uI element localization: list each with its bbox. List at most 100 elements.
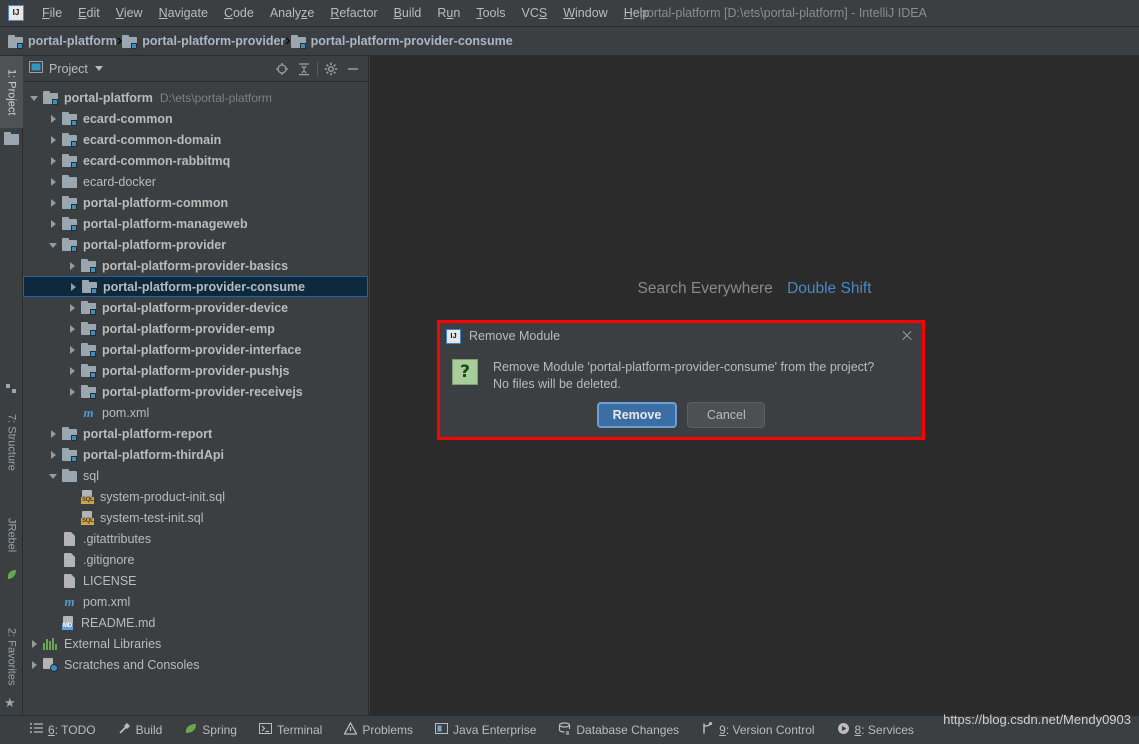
- module-icon: [62, 133, 77, 146]
- menu-item-edit[interactable]: Edit: [70, 3, 108, 23]
- chevron-right-icon[interactable]: [48, 218, 59, 229]
- tree-row[interactable]: portal-platform-provider: [23, 234, 368, 255]
- breadcrumb-item[interactable]: portal-platform: [8, 34, 117, 48]
- gear-icon[interactable]: [322, 60, 340, 78]
- tree-spacer: [48, 617, 59, 628]
- status-bar-item-versioncontrol[interactable]: 9: Version Control: [701, 722, 814, 738]
- tree-row[interactable]: ecard-common-domain: [23, 129, 368, 150]
- tree-row[interactable]: portal-platform-manageweb: [23, 213, 368, 234]
- folder-icon: [62, 175, 77, 188]
- menu-item-refactor[interactable]: Refactor: [322, 3, 385, 23]
- menu-item-run[interactable]: Run: [429, 3, 468, 23]
- tree-row[interactable]: .gitattributes: [23, 528, 368, 549]
- tree-row[interactable]: LICENSE: [23, 570, 368, 591]
- dialog-title: Remove Module: [469, 329, 560, 343]
- java-enterprise-icon: [435, 722, 448, 738]
- tree-row[interactable]: portal-platform-provider-interface: [23, 339, 368, 360]
- chevron-right-icon[interactable]: [48, 197, 59, 208]
- status-bar-item-problems[interactable]: Problems: [344, 722, 413, 738]
- menu-item-vcs[interactable]: VCS: [514, 3, 556, 23]
- module-icon: [8, 35, 23, 48]
- chevron-right-icon[interactable]: [67, 344, 78, 355]
- tree-row[interactable]: Scratches and Consoles: [23, 654, 368, 675]
- tree-row[interactable]: ecard-common: [23, 108, 368, 129]
- tree-row[interactable]: portal-platform-provider-pushjs: [23, 360, 368, 381]
- chevron-right-icon[interactable]: [29, 638, 40, 649]
- status-bar-item-spring[interactable]: Spring: [184, 722, 237, 738]
- breadcrumb-item[interactable]: portal-platform-provider: [122, 34, 285, 48]
- tree-row[interactable]: portal-platform-provider-basics: [23, 255, 368, 276]
- sidebar-item-favorites[interactable]: 2: Favorites: [0, 616, 23, 698]
- menu-item-file[interactable]: File: [34, 3, 70, 23]
- chevron-down-icon[interactable]: [29, 92, 40, 103]
- status-bar-item-javaenterprise[interactable]: Java Enterprise: [435, 722, 536, 738]
- tree-row[interactable]: MDREADME.md: [23, 612, 368, 633]
- menu-item-navigate[interactable]: Navigate: [151, 3, 216, 23]
- tree-row-selected[interactable]: portal-platform-provider-consume: [23, 276, 368, 297]
- status-bar-item-services[interactable]: 8: Services: [837, 722, 914, 738]
- chevron-right-icon[interactable]: [67, 302, 78, 313]
- collapse-all-button[interactable]: [295, 60, 313, 78]
- sidebar-item-structure[interactable]: 7: Structure: [0, 396, 23, 488]
- chevron-right-icon[interactable]: [48, 428, 59, 439]
- minus-icon[interactable]: [344, 60, 362, 78]
- tree-row-label: .gitignore: [83, 553, 134, 567]
- tree-row[interactable]: ecard-docker: [23, 171, 368, 192]
- chevron-right-icon[interactable]: [68, 281, 79, 292]
- status-bar-item-label: 8: Services: [855, 723, 914, 737]
- remove-button[interactable]: Remove: [597, 402, 678, 428]
- menu-item-code[interactable]: Code: [216, 3, 262, 23]
- menu-item-build[interactable]: Build: [386, 3, 430, 23]
- chevron-down-icon[interactable]: [95, 66, 103, 71]
- menu-item-view[interactable]: View: [108, 3, 151, 23]
- navigation-bar: portal-platform›portal-platform-provider…: [0, 27, 1139, 56]
- menu-item-window[interactable]: Window: [555, 3, 615, 23]
- tree-row[interactable]: portal-platform-common: [23, 192, 368, 213]
- chevron-right-icon[interactable]: [48, 155, 59, 166]
- editor-scrollbar[interactable]: [1127, 56, 1139, 715]
- close-icon[interactable]: [898, 327, 916, 345]
- tree-row[interactable]: portal-platform-provider-emp: [23, 318, 368, 339]
- chevron-right-icon[interactable]: [48, 176, 59, 187]
- tree-row[interactable]: SQLsystem-test-init.sql: [23, 507, 368, 528]
- menu-item-analyze[interactable]: Analyze: [262, 3, 322, 23]
- tree-row[interactable]: portal-platform-report: [23, 423, 368, 444]
- dialog-body: ? Remove Module 'portal-platform-provide…: [440, 349, 922, 396]
- tree-row[interactable]: SQLsystem-product-init.sql: [23, 486, 368, 507]
- project-panel-header: Project: [23, 56, 368, 82]
- chevron-right-icon[interactable]: [48, 134, 59, 145]
- tree-row[interactable]: portal-platformD:\ets\portal-platform: [23, 87, 368, 108]
- status-bar-item-todo[interactable]: 6: TODO: [30, 722, 96, 738]
- status-bar-item-build[interactable]: Build: [118, 722, 163, 738]
- chevron-right-icon[interactable]: [48, 449, 59, 460]
- status-bar-item-databasechanges[interactable]: Database Changes: [558, 722, 679, 738]
- module-icon: [62, 196, 77, 209]
- menu-item-tools[interactable]: Tools: [468, 3, 513, 23]
- tree-row[interactable]: portal-platform-provider-device: [23, 297, 368, 318]
- project-tree[interactable]: portal-platformD:\ets\portal-platformeca…: [23, 83, 368, 715]
- chevron-right-icon[interactable]: [67, 386, 78, 397]
- status-bar-item-terminal[interactable]: Terminal: [259, 722, 322, 738]
- tree-row[interactable]: mpom.xml: [23, 591, 368, 612]
- chevron-right-icon[interactable]: [67, 365, 78, 376]
- tree-row[interactable]: ecard-common-rabbitmq: [23, 150, 368, 171]
- tree-row[interactable]: External Libraries: [23, 633, 368, 654]
- tree-row[interactable]: .gitignore: [23, 549, 368, 570]
- module-icon: [62, 217, 77, 230]
- chevron-right-icon[interactable]: [67, 323, 78, 334]
- chevron-right-icon[interactable]: [29, 659, 40, 670]
- chevron-right-icon[interactable]: [67, 260, 78, 271]
- scroll-from-source-button[interactable]: [273, 60, 291, 78]
- sidebar-item-jrebel[interactable]: JRebel: [0, 506, 23, 564]
- chevron-down-icon[interactable]: [48, 239, 59, 250]
- sidebar-item-project[interactable]: 1: Project: [0, 56, 23, 128]
- tree-row[interactable]: portal-platform-thirdApi: [23, 444, 368, 465]
- chevron-down-icon[interactable]: [48, 470, 59, 481]
- chevron-right-icon[interactable]: [48, 113, 59, 124]
- tree-row[interactable]: portal-platform-provider-receivejs: [23, 381, 368, 402]
- tree-spacer: [67, 512, 78, 523]
- tree-row[interactable]: sql: [23, 465, 368, 486]
- breadcrumb-item[interactable]: portal-platform-provider-consume: [291, 34, 513, 48]
- cancel-button[interactable]: Cancel: [687, 402, 765, 428]
- tree-row[interactable]: mpom.xml: [23, 402, 368, 423]
